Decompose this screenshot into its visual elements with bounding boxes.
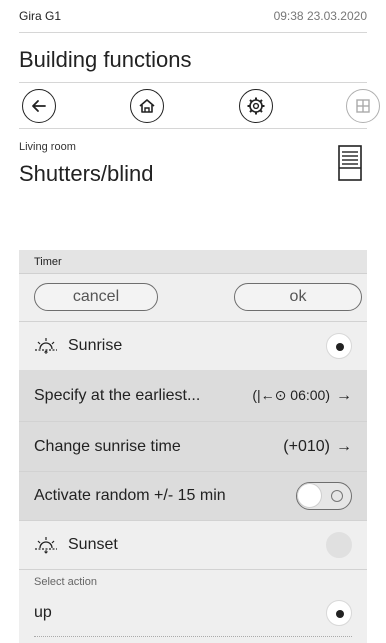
random-toggle-row: Activate random +/- 15 min	[19, 472, 367, 520]
status-bar: Gira G1 09:38 23.03.2020	[19, 0, 367, 33]
action-radio[interactable]	[326, 600, 352, 626]
arrow-right-icon: →	[336, 386, 352, 404]
timer-panel: Timer cancel ok Sunrise Specify at the e…	[19, 250, 367, 643]
sunset-label: Sunset	[68, 536, 118, 553]
divider	[19, 128, 367, 129]
function-title: Shutters/blind	[19, 161, 154, 186]
sunset-radio[interactable]	[326, 532, 352, 558]
divider	[19, 569, 367, 570]
back-arrow-icon	[32, 100, 46, 112]
room-label: Living room	[19, 141, 76, 153]
settings-gear-icon	[247, 97, 265, 115]
toggle-knob	[297, 483, 322, 508]
blind-icon	[338, 145, 362, 181]
arrow-right-icon: →	[336, 437, 352, 455]
divider	[34, 636, 352, 637]
toggle-off-indicator-icon	[331, 490, 343, 502]
change-time-label: Change sunrise time	[34, 437, 181, 455]
earliest-time-row[interactable]: Specify at the earliest... (|←⊙ 06:00) →	[19, 370, 367, 421]
select-action-label: Select action	[34, 576, 97, 588]
sunset-option[interactable]: Sunset	[19, 521, 367, 569]
ok-button[interactable]: ok	[234, 283, 362, 311]
device-name: Gira G1	[19, 9, 62, 23]
date-time: 09:38 23.03.2020	[273, 9, 367, 23]
sunset-icon	[35, 537, 57, 554]
timer-header: Timer	[19, 250, 367, 274]
home-button[interactable]	[130, 89, 164, 123]
action-value: up	[34, 604, 52, 621]
random-toggle[interactable]	[296, 482, 352, 510]
home-icon	[139, 99, 155, 113]
action-option-up[interactable]: up	[19, 595, 367, 631]
sunrise-option[interactable]: Sunrise	[19, 322, 367, 370]
cancel-button[interactable]: cancel	[34, 283, 158, 311]
back-button[interactable]	[22, 89, 56, 123]
sunrise-label: Sunrise	[68, 337, 123, 354]
grid-button[interactable]	[346, 89, 380, 123]
navigation-bar	[19, 89, 380, 123]
page-title: Building functions	[19, 47, 192, 72]
sunrise-radio[interactable]	[326, 333, 352, 359]
random-label: Activate random +/- 15 min	[34, 487, 226, 504]
sunrise-icon	[35, 338, 57, 354]
change-sunrise-time-row[interactable]: Change sunrise time (+010) →	[19, 422, 367, 471]
divider	[19, 82, 367, 83]
settings-button[interactable]	[239, 89, 273, 123]
earliest-label: Specify at the earliest...	[34, 386, 201, 404]
earliest-value: (|←⊙ 06:00)	[252, 387, 330, 403]
change-time-value: (+010)	[283, 437, 330, 455]
grid-icon	[356, 99, 370, 113]
